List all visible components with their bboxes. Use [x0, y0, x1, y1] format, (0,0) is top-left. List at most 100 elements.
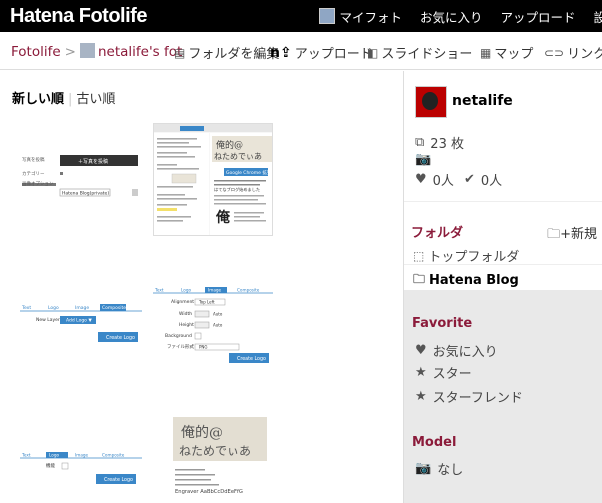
thumb4-row-2: Width	[179, 311, 192, 317]
photo-thumbnail[interactable]: Text Logo Image Composite New Layer Add …	[20, 304, 142, 350]
model-heading: Model	[412, 435, 457, 450]
thumb4-tab-3: Image	[208, 288, 222, 293]
thumb4-value-2: Auto	[213, 312, 223, 317]
profile-name[interactable]: netalife	[452, 93, 513, 109]
thumb1-button-text: ＋写真を投稿	[78, 158, 108, 165]
folder-hatena-label: Hatena Blog	[429, 273, 519, 288]
breadcrumb-separator: >	[64, 44, 76, 60]
favorites-link[interactable]: お気に入り	[420, 7, 483, 26]
photo-thumbnail[interactable]: 俺的@ ねためでぃあ Engraver AaBbCcDdEeFfG	[153, 417, 273, 503]
photo-thumbnail[interactable]: 俺的@ ねためでぃあ Google Chrome 拡張 はてなブログ始めました …	[153, 123, 273, 236]
folders-heading: フォルダ	[411, 226, 464, 241]
edit-folder-button[interactable]: ▤ フォルダを編集	[174, 43, 280, 63]
model-value-label: なし	[437, 463, 464, 478]
sort-options: 新しい順 | 古い順	[12, 88, 115, 107]
link-label: リンク	[567, 47, 602, 62]
model-value[interactable]: 📷 なし	[415, 459, 463, 478]
links-section: Favorite ♥ お気に入り ★ スター ★ スターフレンド Model 📷 なし	[404, 290, 602, 503]
sort-newest[interactable]: 新しい順	[12, 92, 64, 107]
map-label: マップ	[494, 47, 534, 62]
thumb1-label-2: カテゴリー	[22, 170, 45, 177]
thumb2-glyph: 俺	[215, 209, 231, 226]
user-avatar-icon	[79, 43, 95, 58]
my-photo-label: マイフォト	[339, 9, 402, 25]
thumb4-value-3: Auto	[213, 323, 223, 328]
star-friend-link[interactable]: ★ スターフレンド	[415, 387, 523, 406]
thumb2-title-1: 俺的@	[216, 139, 243, 151]
thumb2-title-2: ねためでぃあ	[214, 152, 262, 161]
breadcrumb-root[interactable]: Fotolife	[11, 44, 61, 60]
thumb5-tab-1: Text	[21, 453, 31, 458]
map-button[interactable]: ▦ マップ	[480, 43, 534, 63]
upload-link[interactable]: アップロード	[500, 7, 575, 26]
thumb5-tab-4: Composite	[102, 453, 125, 458]
thumb3-button: Create Logo	[106, 335, 135, 341]
breadcrumb-user[interactable]: netalife's fot	[98, 44, 182, 60]
photo-thumbnail[interactable]: 写真を投稿 ＋写真を投稿 カテゴリー 画像オプション Hatena Blog(p…	[20, 151, 142, 211]
thumb1-select: Hatena Blog(private)	[62, 191, 109, 197]
thumb3-tab-4: Composite	[102, 305, 126, 311]
link-button[interactable]: ⊂⊃リンク	[544, 43, 602, 63]
camera-icon: 📷	[415, 461, 432, 476]
hearts-value: 0人	[432, 174, 454, 189]
thumb3-select: Add Logo ▼	[66, 318, 92, 324]
star-friend-label: スターフレンド	[432, 391, 523, 406]
checks-value: 0人	[480, 174, 503, 189]
thumb5-tab-3: Image	[75, 453, 89, 458]
slideshow-label: スライドショー	[381, 47, 473, 62]
thumb3-label: New Layer	[36, 317, 60, 323]
thumb4-button: Create Logo	[237, 356, 266, 362]
slideshow-button[interactable]: ◧ スライドショー	[367, 43, 473, 63]
link-icon: ⊂⊃	[544, 45, 565, 60]
settings-link[interactable]: 設	[593, 7, 602, 26]
folder-hatena-row: 🗀 Hatena Blog	[413, 270, 519, 291]
thumb3-tab-2: Logo	[48, 305, 59, 311]
star-icon: ★	[415, 365, 427, 380]
new-folder-button[interactable]: 🗀+新規	[547, 223, 597, 247]
thumbnail-logo-layer-image: Text Logo Image Composite New Layer Add …	[20, 304, 142, 350]
star-icon: ★	[415, 389, 427, 404]
thumb1-label-3: 画像オプション	[22, 180, 54, 187]
thumb3-tab-1: Text	[21, 305, 31, 311]
thumb5-label: 機能	[46, 462, 55, 469]
profile-avatar[interactable]	[415, 86, 447, 118]
thumb4-row-3: Height	[179, 322, 194, 328]
top-bar: Hatena Fotolife マイフォト お気に入り アップロード 設	[0, 0, 602, 32]
upload-button[interactable]: n⇪ アップロード	[270, 43, 373, 63]
folder-item-top[interactable]: ⬚ トップフォルダ	[413, 246, 519, 266]
new-folder-label: 新規	[570, 227, 597, 242]
new-folder-icon: 🗀+	[547, 227, 571, 242]
favorites-label: お気に入り	[432, 345, 498, 360]
photo-count: ⧉ 23 枚	[415, 133, 464, 152]
profile-section: netalife ⧉ 23 枚 📷 ♥ 0人 ✔ 0人	[404, 71, 602, 201]
photo-list: 新しい順 | 古い順 写真を投稿 ＋写真を投稿 カテゴリー 画像オプション Hate…	[0, 71, 403, 503]
camera-icon: 📷	[415, 152, 432, 167]
followers-stat: ♥ 0人 ✔ 0人	[415, 170, 502, 189]
sort-separator: |	[68, 92, 73, 107]
thumbnail-logo-options-image: Text Logo Image Composite Alignment Top …	[153, 287, 273, 365]
edit-folder-label: フォルダを編集	[188, 47, 280, 62]
heart-icon: ♥	[415, 172, 427, 187]
thumb6-title-2: ねためでぃあ	[179, 444, 251, 458]
dashed-folder-icon: ⬚	[413, 248, 425, 263]
star-link[interactable]: ★ スター	[415, 363, 472, 382]
sort-oldest[interactable]: 古い順	[76, 92, 115, 107]
edit-folder-icon: ▤	[174, 45, 186, 60]
photo-thumbnail[interactable]: Text Logo Image Composite 機能 Create Logo	[20, 452, 142, 488]
hatena-fotolife-logo[interactable]: Hatena Fotolife	[10, 5, 147, 28]
user-avatar-icon	[319, 8, 336, 24]
favorites-link[interactable]: ♥ お気に入り	[415, 341, 498, 360]
breadcrumb: Fotolife > netalife's fot	[11, 43, 182, 60]
thumb1-label-1: 写真を投稿	[22, 156, 45, 163]
star-label: スター	[432, 367, 472, 382]
check-icon: ✔	[463, 172, 475, 187]
thumb4-value-5: PNG	[199, 345, 208, 350]
thumb4-tab-4: Composite	[237, 288, 260, 293]
folder-item-hatena-blog[interactable]: 🗀 Hatena Blog	[404, 264, 602, 290]
thumb4-row-4: Background	[165, 333, 192, 339]
thumb4-row-5: ファイル形式	[167, 343, 194, 350]
photo-thumbnail[interactable]: Text Logo Image Composite Alignment Top …	[153, 287, 273, 365]
photo-count-value: 23 枚	[430, 137, 464, 152]
thumb5-button: Create Logo	[104, 477, 133, 483]
my-photo-link[interactable]: マイフォト	[319, 7, 402, 26]
